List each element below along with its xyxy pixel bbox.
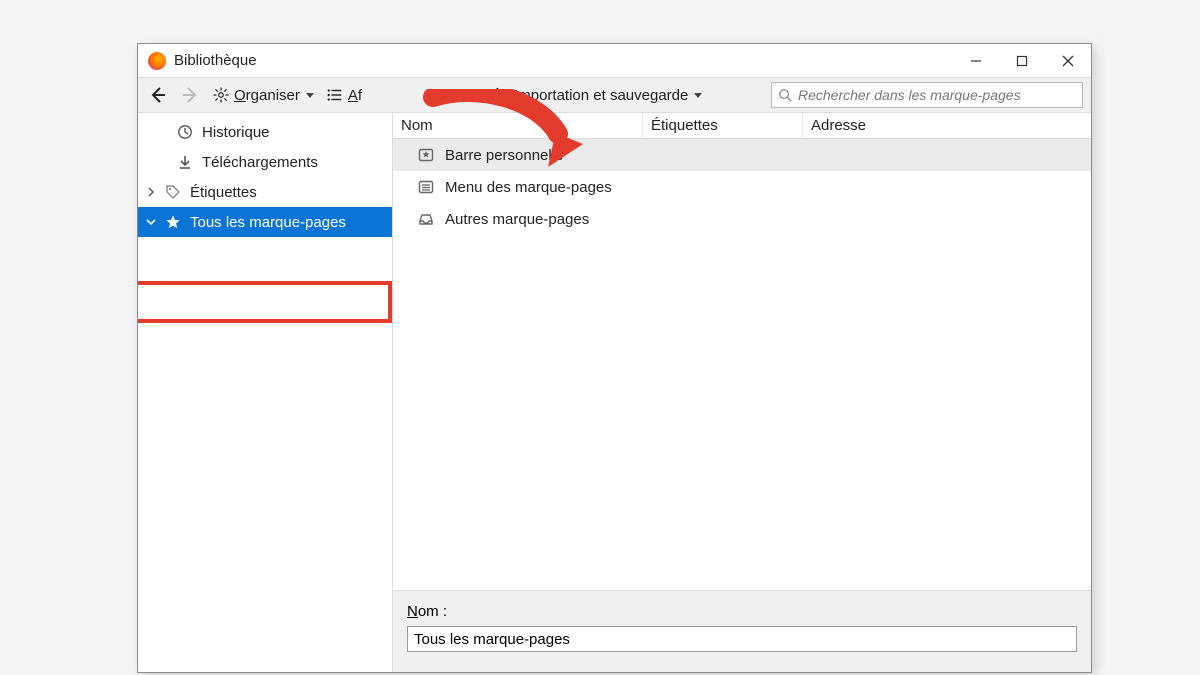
chevron-down-icon xyxy=(694,93,702,98)
tag-icon xyxy=(164,183,182,201)
forward-button[interactable] xyxy=(178,83,202,107)
close-button[interactable] xyxy=(1045,44,1091,77)
firefox-icon xyxy=(148,52,166,70)
chevron-down-icon xyxy=(306,93,314,98)
detail-name-label: Nom : xyxy=(407,603,447,620)
organize-menu[interactable]: Organiser xyxy=(210,84,316,106)
menu-list-icon xyxy=(417,178,435,196)
search-box[interactable] xyxy=(771,82,1083,108)
detail-pane: Nom : xyxy=(393,590,1091,672)
inbox-icon xyxy=(417,210,435,228)
rows-container: Barre personnelle Menu des marque-pages … xyxy=(393,139,1091,590)
column-tags[interactable]: Étiquettes xyxy=(643,113,803,138)
column-name[interactable]: Nom xyxy=(393,113,643,138)
import-backup-menu[interactable]: Importation et sauvegarde xyxy=(490,84,704,106)
main-panel: Nom Étiquettes Adresse Barre personnelle… xyxy=(393,113,1091,672)
chevron-right-icon xyxy=(146,187,156,197)
column-address[interactable]: Adresse xyxy=(803,113,1091,138)
annotation-highlight-box xyxy=(138,281,392,323)
star-icon xyxy=(164,213,182,231)
import-export-icon xyxy=(492,86,510,104)
detail-name-input[interactable] xyxy=(407,626,1077,652)
window-controls xyxy=(953,44,1091,77)
row-label: Menu des marque-pages xyxy=(445,179,612,196)
sidebar-item-label: Historique xyxy=(202,124,270,141)
download-icon xyxy=(176,153,194,171)
maximize-button[interactable] xyxy=(999,44,1045,77)
body: Historique Téléchargements Étiquettes xyxy=(138,113,1091,672)
list-item[interactable]: Autres marque-pages xyxy=(393,203,1091,235)
toolbar: Organiser Af Importation et sauvegarde xyxy=(138,77,1091,113)
back-button[interactable] xyxy=(146,83,170,107)
search-icon xyxy=(778,88,792,102)
library-window: Bibliothèque Organiser xyxy=(137,43,1092,673)
sidebar: Historique Téléchargements Étiquettes xyxy=(138,113,393,672)
minimize-button[interactable] xyxy=(953,44,999,77)
views-menu[interactable]: Af xyxy=(324,84,364,106)
import-label: Importation et sauvegarde xyxy=(514,87,688,104)
titlebar: Bibliothèque xyxy=(138,44,1091,77)
list-item[interactable]: Menu des marque-pages xyxy=(393,171,1091,203)
list-icon xyxy=(326,86,344,104)
bookmark-toolbar-icon xyxy=(417,146,435,164)
sidebar-item-label: Tous les marque-pages xyxy=(190,214,346,231)
chevron-down-icon xyxy=(146,217,156,227)
sidebar-item-label: Étiquettes xyxy=(190,184,257,201)
gear-icon xyxy=(212,86,230,104)
organize-label: Organiser xyxy=(234,87,300,104)
sidebar-item-history[interactable]: Historique xyxy=(138,117,392,147)
sidebar-item-label: Téléchargements xyxy=(202,154,318,171)
sidebar-item-tags[interactable]: Étiquettes xyxy=(138,177,392,207)
search-input[interactable] xyxy=(798,87,1076,103)
views-label: Af xyxy=(348,87,362,104)
columns-header: Nom Étiquettes Adresse xyxy=(393,113,1091,139)
sidebar-item-all-bookmarks[interactable]: Tous les marque-pages xyxy=(138,207,392,237)
sidebar-item-downloads[interactable]: Téléchargements xyxy=(138,147,392,177)
window-title: Bibliothèque xyxy=(174,52,953,69)
list-item[interactable]: Barre personnelle xyxy=(393,139,1091,171)
row-label: Autres marque-pages xyxy=(445,211,589,228)
clock-icon xyxy=(176,123,194,141)
row-label: Barre personnelle xyxy=(445,147,563,164)
